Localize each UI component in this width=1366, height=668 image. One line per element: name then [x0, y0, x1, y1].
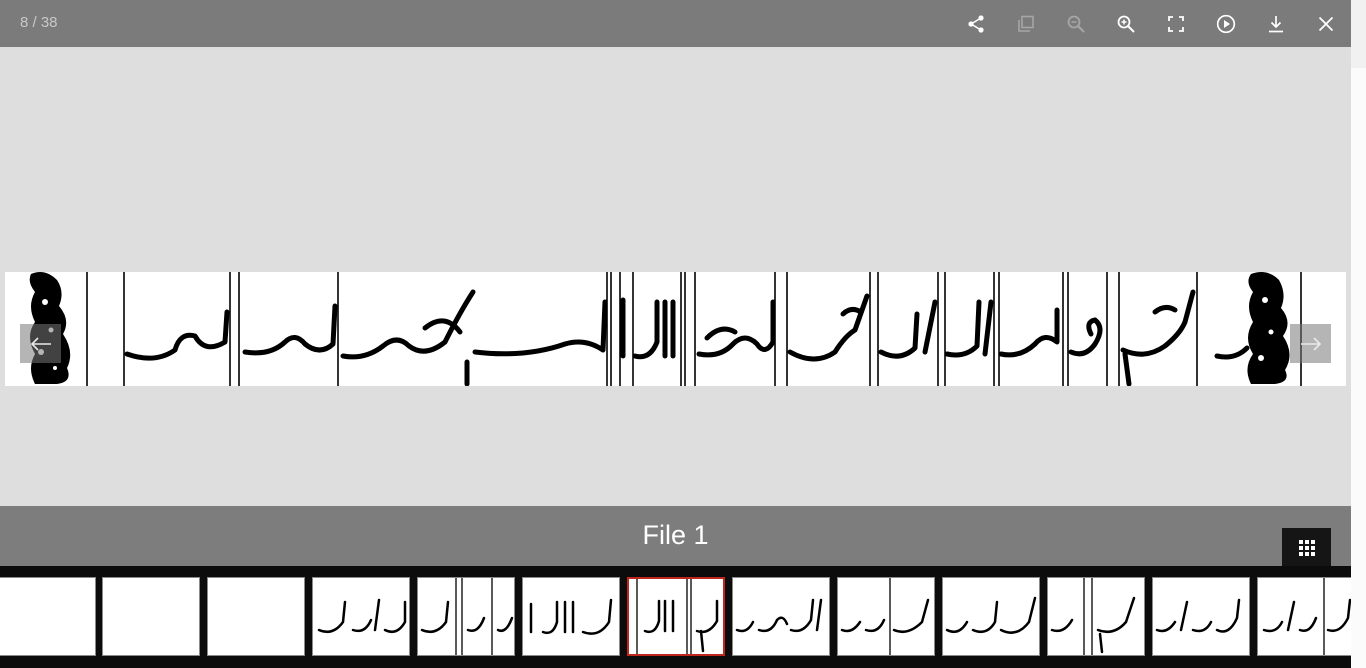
zoom-in-icon	[1117, 15, 1135, 33]
thumbnail[interactable]	[732, 577, 830, 656]
next-image-button[interactable]	[1290, 324, 1331, 363]
page-scrollbar-thumb[interactable]	[1351, 68, 1366, 668]
arrow-right-icon	[1300, 336, 1321, 351]
copy-icon	[1018, 15, 1034, 32]
thumbnail[interactable]	[0, 577, 96, 656]
lightbox-viewer: 8 / 38 File 1	[0, 0, 1351, 668]
thumbnail[interactable]	[942, 577, 1040, 656]
close-icon	[1318, 16, 1334, 31]
zoom-in-button[interactable]	[1101, 0, 1151, 47]
image-caption: File 1	[642, 520, 709, 550]
download-button[interactable]	[1251, 0, 1301, 47]
viewer-toolbar: 8 / 38	[0, 0, 1351, 47]
thumbnail[interactable]	[1152, 577, 1250, 656]
thumbnail[interactable]	[102, 577, 200, 656]
thumbnail[interactable]	[312, 577, 410, 656]
slideshow-play-button[interactable]	[1201, 0, 1251, 47]
copy-button[interactable]	[1001, 0, 1051, 47]
thumbnail-active[interactable]	[627, 577, 725, 656]
manuscript-line-image	[5, 272, 1346, 386]
close-button[interactable]	[1301, 0, 1351, 47]
share-button[interactable]	[951, 0, 1001, 47]
zoom-out-icon	[1067, 15, 1085, 33]
previous-image-button[interactable]	[20, 324, 61, 363]
zoom-out-button[interactable]	[1051, 0, 1101, 47]
download-icon	[1269, 15, 1283, 32]
play-icon	[1216, 14, 1236, 33]
thumbnail-strip	[0, 566, 1351, 668]
toggle-thumbnails-button[interactable]	[1282, 528, 1331, 568]
share-icon	[968, 14, 984, 33]
thumbnail[interactable]	[837, 577, 935, 656]
arrow-left-icon	[30, 336, 51, 351]
thumbnail[interactable]	[522, 577, 620, 656]
thumbnail[interactable]	[417, 577, 515, 656]
caption-bar: File 1	[0, 506, 1351, 566]
thumbnail[interactable]	[1047, 577, 1145, 656]
grid-icon	[1298, 540, 1315, 556]
fullscreen-icon	[1168, 15, 1184, 32]
thumbnail[interactable]	[1257, 577, 1351, 656]
thumbnail[interactable]	[207, 577, 305, 656]
toolbar-actions	[951, 0, 1351, 47]
image-counter: 8 / 38	[20, 14, 58, 31]
fullscreen-button[interactable]	[1151, 0, 1201, 47]
